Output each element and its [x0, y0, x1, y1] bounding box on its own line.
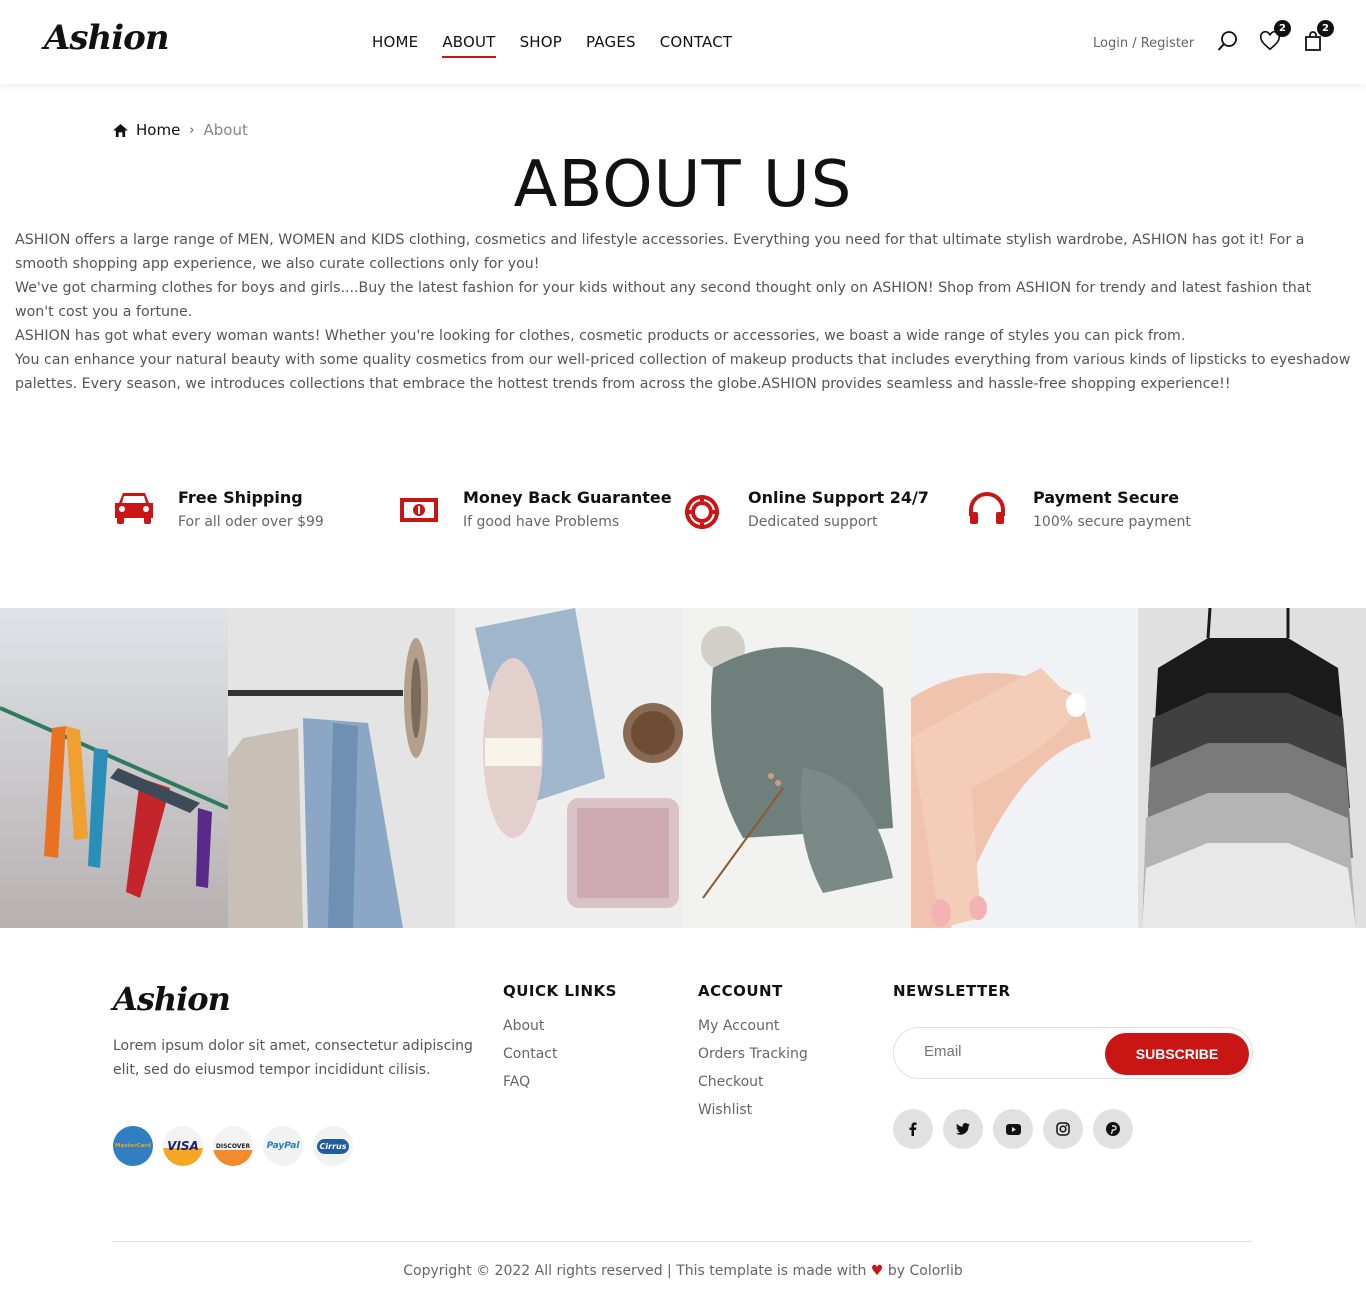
- copyright-author[interactable]: by Colorlib: [883, 1263, 963, 1279]
- auth-links: Login / Register: [1093, 36, 1194, 51]
- footer-link-my-account[interactable]: My Account: [698, 1018, 808, 1034]
- twitter-icon[interactable]: [943, 1109, 983, 1149]
- cirrus-icon: Cirrus: [313, 1126, 353, 1166]
- pinterest-icon[interactable]: [1093, 1109, 1133, 1149]
- service-title: Money Back Guarantee: [463, 488, 672, 507]
- gallery-image-yarn[interactable]: [455, 608, 683, 928]
- service-text: If good have Problems: [463, 514, 620, 530]
- breadcrumb: Home › About: [113, 121, 248, 139]
- gallery-image-tanktops[interactable]: [1138, 608, 1366, 928]
- about-paragraph: You can enhance your natural beauty with…: [15, 352, 1351, 392]
- account-title: ACCOUNT: [698, 982, 783, 1000]
- footer-link-checkout[interactable]: Checkout: [698, 1074, 808, 1090]
- breadcrumb-current: About: [203, 121, 248, 139]
- headphones-icon: [969, 492, 1005, 524]
- quick-links: QUICK LINKS About Contact FAQ: [503, 982, 617, 1102]
- service-item: Free Shipping For all oder over $99: [113, 488, 398, 538]
- service-title: Online Support 24/7: [748, 488, 929, 507]
- visa-icon: VISA: [163, 1126, 203, 1166]
- email-input[interactable]: [924, 1043, 1094, 1060]
- search-icon[interactable]: [1217, 30, 1239, 52]
- gallery-image-hands[interactable]: [910, 608, 1139, 928]
- nav-contact[interactable]: CONTACT: [660, 33, 733, 56]
- footer-link-orders-tracking[interactable]: Orders Tracking: [698, 1046, 808, 1062]
- wishlist-badge: 2: [1274, 20, 1291, 37]
- gallery-image-knitwear[interactable]: [682, 608, 911, 928]
- chevron-right-icon: ›: [189, 122, 195, 138]
- money-icon: [400, 498, 438, 522]
- facebook-icon[interactable]: [893, 1109, 933, 1149]
- footer-link-contact[interactable]: Contact: [503, 1046, 617, 1062]
- page-title: ABOUT US: [513, 148, 853, 222]
- life-ring-icon: [685, 495, 719, 529]
- footer-logo[interactable]: Ashion: [113, 980, 231, 1018]
- about-paragraph: ASHION offers a large range of MEN, WOME…: [15, 232, 1305, 272]
- service-text: 100% secure payment: [1033, 514, 1191, 530]
- service-item: Money Back Guarantee If good have Problem…: [398, 488, 683, 538]
- wishlist-button[interactable]: 2: [1259, 20, 1291, 52]
- auth-separator: /: [1128, 36, 1141, 51]
- gallery-image-clothespins[interactable]: [0, 608, 228, 928]
- nav-shop[interactable]: SHOP: [520, 33, 562, 56]
- copyright: Copyright © 2022 All rights reserved | T…: [0, 1263, 1366, 1279]
- paypal-icon: PayPal: [263, 1126, 303, 1166]
- home-icon: [113, 123, 128, 137]
- footer-description: Lorem ipsum dolor sit amet, consectetur …: [113, 1038, 473, 1078]
- instagram-icon[interactable]: [1043, 1109, 1083, 1149]
- about-text: ASHION offers a large range of MEN, WOME…: [15, 228, 1351, 396]
- nav-pages[interactable]: PAGES: [586, 33, 636, 56]
- nav-about[interactable]: ABOUT: [442, 33, 496, 58]
- services-row: Free Shipping For all oder over $99 Money…: [113, 488, 1253, 538]
- login-link[interactable]: Login: [1093, 36, 1128, 51]
- main-nav: HOME ABOUT SHOP PAGES CONTACT: [372, 33, 756, 58]
- copyright-text: Copyright © 2022 All rights reserved | T…: [403, 1263, 871, 1279]
- service-item: Payment Secure 100% secure payment: [968, 488, 1253, 538]
- breadcrumb-home[interactable]: Home: [136, 121, 180, 139]
- service-text: Dedicated support: [748, 514, 878, 530]
- subscribe-button[interactable]: SUBSCRIBE: [1105, 1033, 1249, 1075]
- payment-cards: MasterCard VISA DISCOVER PayPal Cirrus: [113, 1126, 353, 1166]
- discover-icon: DISCOVER: [213, 1126, 253, 1166]
- footer-divider: [113, 1241, 1253, 1242]
- quick-links-title: QUICK LINKS: [503, 982, 617, 1000]
- footer-link-about[interactable]: About: [503, 1018, 617, 1034]
- instagram-gallery: [0, 608, 1366, 928]
- account-links: ACCOUNT My Account Orders Tracking Check…: [698, 982, 808, 1130]
- footer-link-faq[interactable]: FAQ: [503, 1074, 617, 1090]
- newsletter: NEWSLETTER: [893, 982, 1011, 1018]
- service-title: Payment Secure: [1033, 488, 1180, 507]
- heart-icon: ♥: [870, 1263, 884, 1279]
- social-links: [893, 1109, 1133, 1149]
- about-paragraph: ASHION has got what every woman wants! W…: [15, 328, 1186, 344]
- cart-badge: 2: [1317, 20, 1334, 37]
- youtube-icon[interactable]: [993, 1109, 1033, 1149]
- service-item: Online Support 24/7 Dedicated support: [683, 488, 968, 538]
- gallery-image-jackets[interactable]: [227, 608, 456, 928]
- about-paragraph: We've got charming clothes for boys and …: [15, 280, 1312, 320]
- car-icon: [115, 493, 153, 524]
- register-link[interactable]: Register: [1141, 36, 1195, 51]
- service-text: For all oder over $99: [178, 514, 324, 530]
- mastercard-icon: MasterCard: [113, 1126, 153, 1166]
- cart-button[interactable]: 2: [1302, 20, 1334, 52]
- newsletter-title: NEWSLETTER: [893, 982, 1011, 1000]
- service-title: Free Shipping: [178, 488, 303, 507]
- header: Ashion HOME ABOUT SHOP PAGES CONTACT Log…: [0, 0, 1366, 84]
- footer-link-wishlist[interactable]: Wishlist: [698, 1102, 808, 1118]
- nav-home[interactable]: HOME: [372, 33, 418, 56]
- newsletter-form: SUBSCRIBE: [893, 1027, 1253, 1079]
- brand-logo[interactable]: Ashion: [44, 18, 170, 58]
